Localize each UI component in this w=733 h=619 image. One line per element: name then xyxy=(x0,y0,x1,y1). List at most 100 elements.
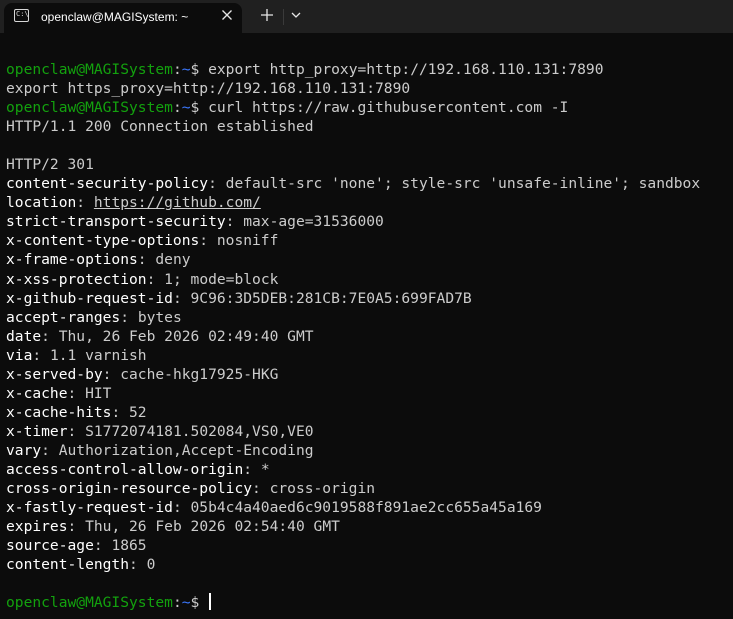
prompt-separator: : xyxy=(172,594,182,612)
header-value: default-src 'none'; style-src 'unsafe-in… xyxy=(225,175,701,193)
header-separator: : xyxy=(120,308,138,326)
header-value: nosniff xyxy=(216,232,279,250)
header-line: x-cache-hits: 52 xyxy=(6,403,700,422)
header-separator: : xyxy=(32,346,50,364)
header-separator: : xyxy=(129,556,147,574)
http-status: HTTP/2 301 xyxy=(6,156,94,174)
header-value: S1772074181.502084,VS0,VE0 xyxy=(85,422,314,440)
header-value: 1865 xyxy=(111,537,147,555)
prompt-path: ~ xyxy=(181,99,191,117)
connect-status: HTTP/1.1 200 Connection established xyxy=(6,118,314,136)
header-key: x-fastly-request-id xyxy=(6,499,173,517)
header-value: Thu, 26 Feb 2026 02:49:40 GMT xyxy=(58,327,314,345)
header-separator: : xyxy=(41,327,59,345)
prompt-symbol: $ xyxy=(190,99,209,117)
header-separator: : xyxy=(252,480,270,498)
command-line: openclaw@MAGISystem:~$ curl https://raw.… xyxy=(6,98,700,117)
header-separator: : xyxy=(172,499,191,517)
header-separator: : xyxy=(208,175,226,193)
tab-title: openclaw@MAGISystem: ~ xyxy=(41,10,189,24)
command-continuation: export https_proxy=http://192.168.110.13… xyxy=(6,80,411,98)
prompt-path: ~ xyxy=(181,594,191,612)
header-value: 05b4c4a40aed6c9019588f891ae2cc655a45a169 xyxy=(190,499,542,517)
command-line: openclaw@MAGISystem:~$ xyxy=(6,593,700,612)
header-line: content-length: 0 xyxy=(6,555,700,574)
header-line: x-timer: S1772074181.502084,VS0,VE0 xyxy=(6,422,700,441)
output-line: HTTP/2 301 xyxy=(6,155,700,174)
header-key: x-content-type-options xyxy=(6,232,200,250)
header-value: 52 xyxy=(129,403,147,421)
header-line: x-content-type-options: nosniff xyxy=(6,231,700,250)
header-line: date: Thu, 26 Feb 2026 02:49:40 GMT xyxy=(6,327,700,346)
header-key: x-frame-options xyxy=(6,251,138,269)
header-separator: : xyxy=(102,365,121,383)
output-line: HTTP/1.1 200 Connection established xyxy=(6,117,700,136)
header-line: strict-transport-security: max-age=31536… xyxy=(6,212,700,231)
header-value: HIT xyxy=(85,384,112,402)
header-separator: : xyxy=(225,213,244,231)
header-line: vary: Authorization,Accept-Encoding xyxy=(6,441,700,460)
header-separator: : xyxy=(146,270,165,288)
header-separator: : xyxy=(76,194,94,212)
header-separator: : xyxy=(172,289,191,307)
text-cursor xyxy=(209,593,212,611)
header-line: x-served-by: cache-hkg17925-HKG xyxy=(6,365,700,384)
header-line: accept-ranges: bytes xyxy=(6,308,700,327)
output-line: export https_proxy=http://192.168.110.13… xyxy=(6,79,700,98)
header-line: cross-origin-resource-policy: cross-orig… xyxy=(6,479,700,498)
header-value: deny xyxy=(155,251,191,269)
header-value: 0 xyxy=(146,556,156,574)
command-text: curl https://raw.githubusercontent.com -… xyxy=(208,99,569,117)
header-separator: : xyxy=(67,422,86,440)
terminal-output[interactable]: openclaw@MAGISystem:~$ export http_proxy… xyxy=(6,60,700,612)
header-line: via: 1.1 varnish xyxy=(6,346,700,365)
header-key: x-xss-protection xyxy=(6,270,147,288)
header-line: x-fastly-request-id: 05b4c4a40aed6c90195… xyxy=(6,498,700,517)
header-key: x-github-request-id xyxy=(6,289,173,307)
header-line: content-security-policy: default-src 'no… xyxy=(6,174,700,193)
header-value: * xyxy=(260,460,270,478)
title-bar: C:\ openclaw@MAGISystem: ~ xyxy=(0,0,733,33)
command-text: export http_proxy=http://192.168.110.131… xyxy=(208,61,604,78)
prompt-symbol: $ xyxy=(190,61,209,78)
prompt-user-host: openclaw@MAGISystem xyxy=(6,99,173,117)
header-value: 9C96:3D5DEB:281CB:7E0A5:699FAD7B xyxy=(190,289,472,307)
header-key: content-length xyxy=(6,556,130,574)
header-value: Thu, 26 Feb 2026 02:54:40 GMT xyxy=(85,518,340,536)
prompt-user-host: openclaw@MAGISystem xyxy=(6,594,173,612)
header-key: access-control-allow-origin xyxy=(6,460,244,478)
header-key: content-security-policy xyxy=(6,175,209,193)
header-line: expires: Thu, 26 Feb 2026 02:54:40 GMT xyxy=(6,517,700,536)
location-link[interactable]: https://github.com/ xyxy=(94,194,261,211)
header-separator: : xyxy=(137,251,156,269)
header-value: 1; mode=block xyxy=(164,270,279,288)
header-key: date xyxy=(6,327,42,345)
header-line: access-control-allow-origin: * xyxy=(6,460,700,479)
plus-icon[interactable] xyxy=(258,6,276,24)
titlebar-divider xyxy=(283,9,284,25)
header-key: x-served-by xyxy=(6,365,103,383)
header-value: cross-origin xyxy=(269,480,376,498)
header-key: x-cache xyxy=(6,384,68,402)
close-icon[interactable] xyxy=(219,7,235,23)
header-separator: : xyxy=(67,384,86,402)
header-key: vary xyxy=(6,441,42,459)
header-line: location: https://github.com/ xyxy=(6,193,700,212)
header-separator: : xyxy=(93,537,112,555)
tab-active[interactable]: C:\ openclaw@MAGISystem: ~ xyxy=(4,3,242,33)
chevron-down-icon[interactable] xyxy=(289,8,303,22)
header-separator: : xyxy=(41,441,59,459)
header-key: x-cache-hits xyxy=(6,403,112,421)
terminal-window: C:\ openclaw@MAGISystem: ~ openclaw@MAGI… xyxy=(0,0,733,619)
header-separator: : xyxy=(199,232,217,250)
header-separator: : xyxy=(243,460,261,478)
command-line: openclaw@MAGISystem:~$ export http_proxy… xyxy=(6,60,700,79)
header-key: x-timer xyxy=(6,422,68,440)
header-value: max-age=31536000 xyxy=(243,213,384,231)
header-separator: : xyxy=(111,403,130,421)
header-key: strict-transport-security xyxy=(6,213,226,231)
header-line: x-frame-options: deny xyxy=(6,250,700,269)
header-line: x-cache: HIT xyxy=(6,384,700,403)
